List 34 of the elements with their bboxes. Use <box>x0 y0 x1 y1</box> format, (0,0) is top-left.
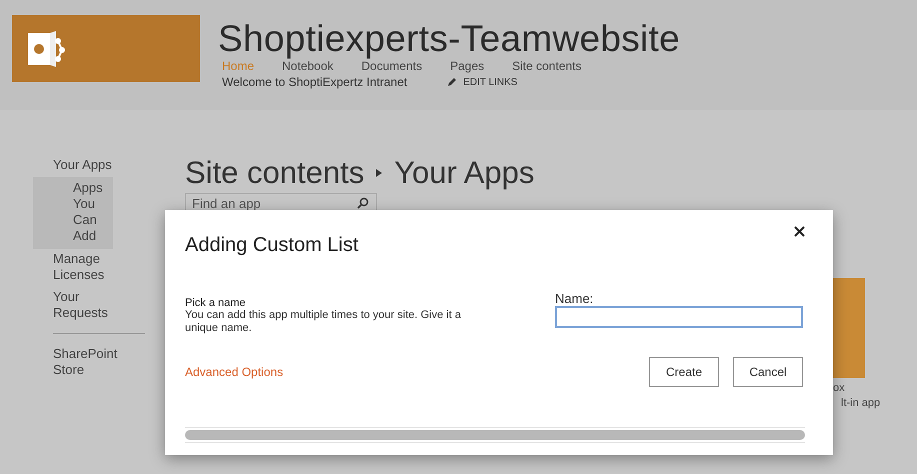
scrollbar-thumb[interactable] <box>185 430 805 440</box>
sidebar-item[interactable]: SharePoint Store <box>33 344 145 382</box>
field-heading: Pick a name <box>185 297 247 309</box>
pencil-icon <box>447 77 458 87</box>
site-title: Shoptiexperts-Teamwebsite <box>218 19 680 59</box>
sidebar-item[interactable]: Your Apps <box>33 155 145 177</box>
app-tile[interactable] <box>833 278 865 378</box>
field-help-text: You can add this app multiple times to your site. Give it a unique name. <box>185 309 462 335</box>
search-field[interactable]: Find an app <box>185 193 377 213</box>
sharepoint-logo[interactable] <box>12 15 200 82</box>
breadcrumb-text: Your Apps <box>394 155 534 191</box>
close-button[interactable] <box>794 226 805 237</box>
dialog-title: Adding Custom List <box>185 234 358 257</box>
nav-link[interactable]: Notebook <box>282 59 334 73</box>
breadcrumb-text: Site contents <box>185 155 364 191</box>
app-subtitle: lt-in app <box>841 397 880 409</box>
search-icon <box>357 197 369 209</box>
nav-link[interactable]: Documents <box>361 59 422 73</box>
edit-links-link[interactable]: EDIT LINKS <box>447 76 518 88</box>
close-icon <box>794 226 805 237</box>
name-label: Name: <box>555 291 594 306</box>
sidebar-item[interactable]: Your Requests <box>33 287 145 325</box>
sidebar-item[interactable]: Manage Licenses <box>33 249 145 287</box>
dialog-button[interactable]: Cancel <box>733 357 803 387</box>
nav-link[interactable]: Pages <box>450 59 484 73</box>
sidebar-subitem[interactable]: Apps You Can Add <box>33 177 113 249</box>
welcome-text: Welcome to ShoptiExpertz Intranet <box>222 75 408 89</box>
advanced-options-link[interactable]: Advanced Options <box>185 365 555 379</box>
logo-icon <box>28 28 66 68</box>
dialog-button[interactable]: Create <box>649 357 719 387</box>
name-input[interactable] <box>555 306 803 328</box>
nav-link[interactable]: Site contents <box>512 59 582 73</box>
app-name: ox <box>833 382 846 394</box>
breadcrumb-arrow-icon <box>376 169 382 177</box>
